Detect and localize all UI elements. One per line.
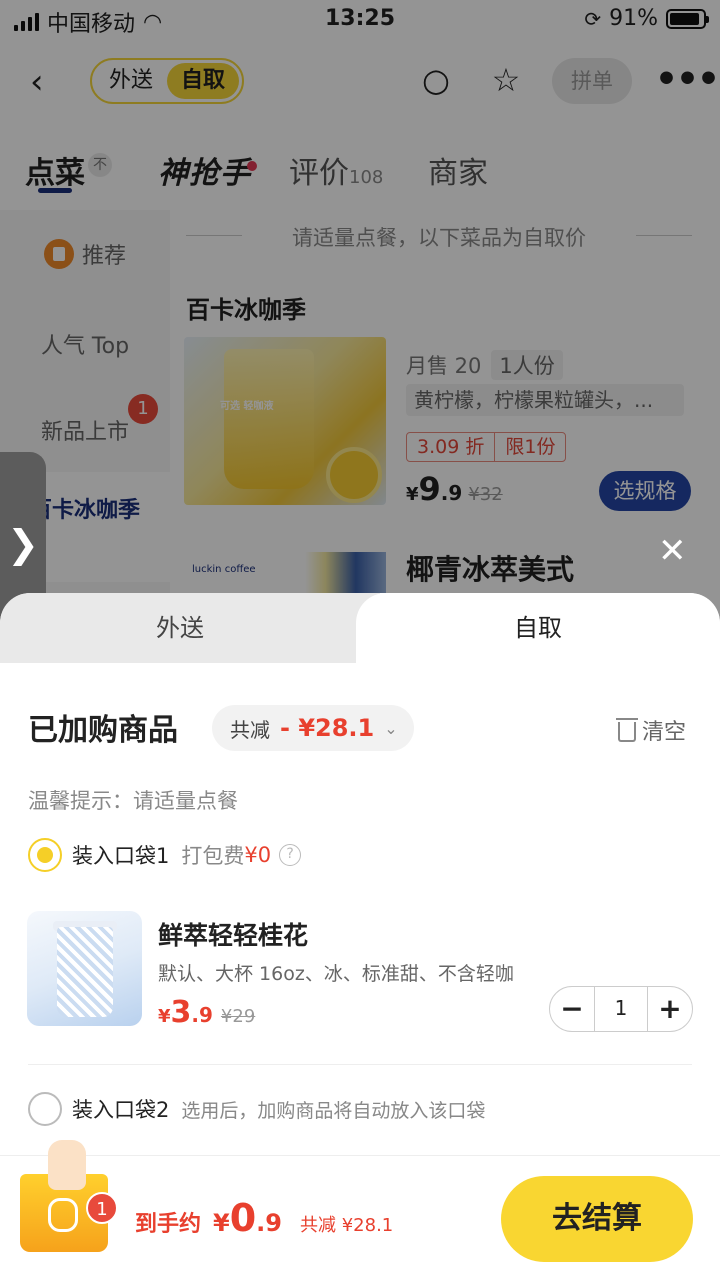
cart-title: 已加购商品: [28, 713, 178, 748]
bag1-row[interactable]: 装入口袋1 打包费 ¥0 ?: [28, 838, 302, 872]
hand-graphic: [48, 1140, 86, 1190]
cart-item-title: 鲜萃轻轻桂花: [158, 921, 309, 950]
sheet-tab-delivery-label: 外送: [156, 614, 204, 642]
help-icon[interactable]: ?: [279, 844, 302, 866]
total-label: 到手约: [135, 1212, 202, 1237]
divider: [28, 1064, 692, 1065]
cart-item-image: [27, 911, 142, 1026]
chevron-right-icon: ❯: [7, 522, 39, 566]
cart-count-badge: 1: [86, 1192, 118, 1224]
close-icon[interactable]: ✕: [658, 534, 687, 568]
chevron-down-icon: ⌄: [384, 718, 398, 738]
cart-item-price: ¥3.9 ¥29: [158, 995, 255, 1030]
sheet-tabs: 外送 自取: [0, 593, 720, 663]
bag2-hint: 选用后，加购商品将自动放入该口袋: [181, 1099, 486, 1122]
total-reduce-pill[interactable]: 共减 - ¥28.1 ⌄: [212, 705, 414, 751]
cart-item-spec: 默认、大杯 16oz、冰、标准甜、不含轻咖: [158, 963, 514, 985]
sheet-tab-delivery[interactable]: 外送: [0, 593, 380, 663]
item-original-price: ¥29: [220, 1006, 256, 1027]
increase-button[interactable]: +: [648, 987, 692, 1031]
total-saved: 共减 ¥28.1: [300, 1215, 394, 1236]
rabbit-graphic: [48, 1198, 78, 1232]
total-price: 到手约 ¥0.9 共减 ¥28.1: [135, 1196, 393, 1240]
total-dec: .9: [256, 1209, 282, 1237]
clear-label: 清空: [642, 720, 687, 745]
quantity-stepper: − 1 +: [549, 986, 693, 1032]
bag1-radio[interactable]: [28, 838, 62, 872]
bag1-fee-label: 打包费: [181, 844, 245, 868]
tip-text: 温馨提示：请适量点餐: [28, 789, 238, 813]
trash-icon: [616, 718, 638, 742]
total-currency: ¥: [213, 1209, 230, 1237]
decrease-button[interactable]: −: [550, 987, 594, 1031]
bag1-fee: ¥0: [244, 843, 272, 867]
item-price-dec: .9: [191, 1003, 213, 1027]
reduce-label: 共减: [230, 717, 270, 742]
total-int: 0: [229, 1196, 257, 1240]
sheet-tab-pickup[interactable]: 自取: [356, 593, 720, 663]
clear-button[interactable]: 清空: [616, 714, 687, 746]
bag1-label: 装入口袋1: [72, 844, 170, 868]
bag2-label: 装入口袋2: [72, 1098, 170, 1122]
bag2-row[interactable]: 装入口袋2 选用后，加购商品将自动放入该口袋: [28, 1092, 485, 1126]
cup-graphic: [57, 927, 113, 1017]
item-price-currency: ¥: [158, 1006, 171, 1027]
quantity-value[interactable]: 1: [594, 987, 648, 1031]
item-price-int: 3: [170, 995, 192, 1030]
bag2-radio[interactable]: [28, 1092, 62, 1126]
checkout-button[interactable]: 去结算: [501, 1176, 693, 1262]
reduce-amount: - ¥28.1: [280, 714, 375, 742]
